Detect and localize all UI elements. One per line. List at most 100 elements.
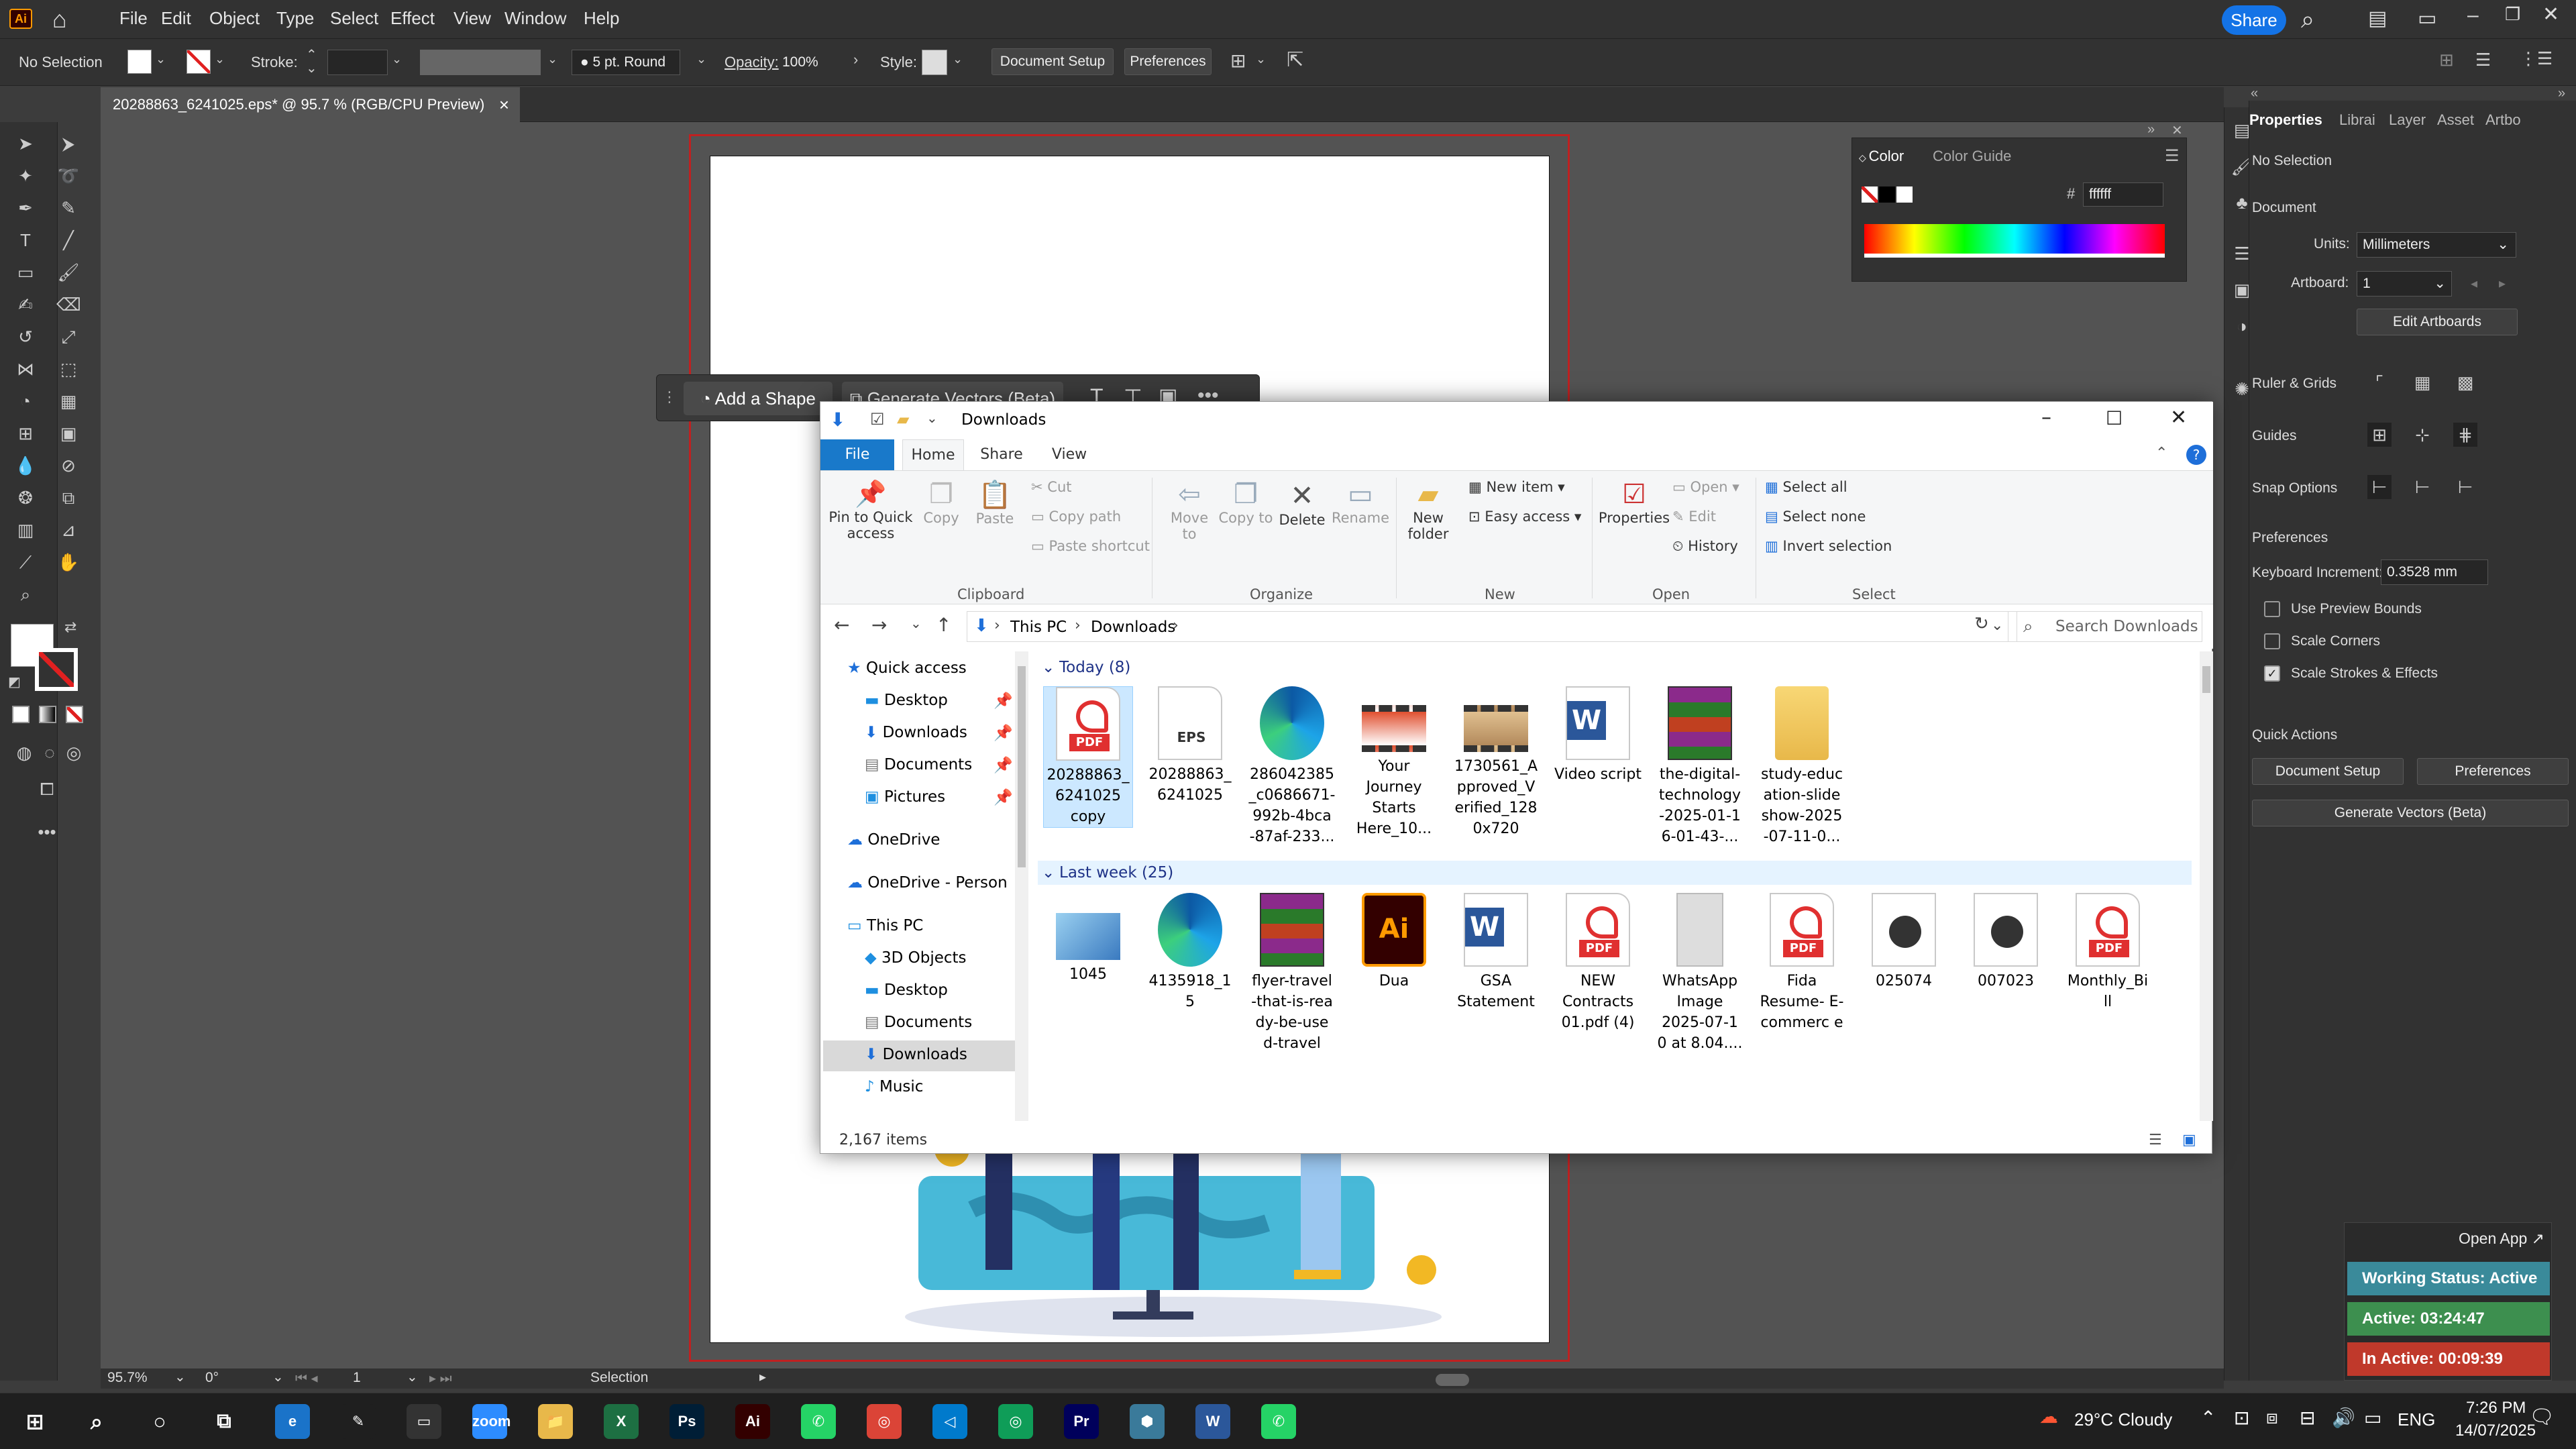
rename-button[interactable]: ▭ Rename bbox=[1330, 479, 1391, 526]
free-transform-tool-icon[interactable]: ⬚ bbox=[56, 357, 80, 381]
stroke-color-box[interactable] bbox=[35, 648, 78, 691]
premiere-icon[interactable]: Pr bbox=[1064, 1404, 1099, 1439]
language-indicator[interactable]: ENG bbox=[2398, 1409, 2435, 1430]
search-icon[interactable]: ⌕ bbox=[79, 1404, 114, 1439]
refresh-icon[interactable]: ↻ bbox=[1974, 614, 1989, 634]
color-spectrum[interactable] bbox=[1864, 224, 2165, 258]
snap-to-point-icon[interactable]: ⊢ bbox=[2367, 475, 2392, 499]
smart-guides-icon[interactable]: ⋕ bbox=[2453, 423, 2477, 447]
menu-type[interactable]: Type bbox=[276, 8, 314, 29]
horizontal-scrollbar-thumb[interactable] bbox=[1436, 1374, 1469, 1386]
file-item[interactable]: 286042385 _c0686671- 992b-4bca -87af-233… bbox=[1247, 686, 1337, 847]
slice-tool-icon[interactable]: ⊿ bbox=[56, 518, 80, 542]
nav-onedrive[interactable]: ☁ OneDrive bbox=[847, 831, 940, 849]
profile-dropdown-icon[interactable]: ⌄ bbox=[547, 52, 557, 66]
fill-dropdown-icon[interactable]: ⌄ bbox=[156, 52, 166, 66]
stroke-weight-input[interactable] bbox=[327, 50, 388, 75]
use-preview-bounds-checkbox[interactable] bbox=[2264, 601, 2280, 617]
rotation-value[interactable]: 0° bbox=[205, 1370, 219, 1386]
meet-now-icon[interactable]: ⊡ bbox=[2234, 1407, 2249, 1429]
show-hidden-icons-icon[interactable]: ⌃ bbox=[2200, 1407, 2216, 1429]
nav-qa-pictures[interactable]: ▣ Pictures bbox=[865, 788, 945, 806]
move-to-button[interactable]: ⇦ Move to bbox=[1161, 479, 1218, 542]
none-swatch[interactable] bbox=[1862, 186, 1878, 203]
opacity-input[interactable]: 100% bbox=[778, 50, 845, 75]
show-guides-icon[interactable]: ⊞ bbox=[2367, 423, 2392, 447]
artboard-number[interactable]: 1 bbox=[353, 1370, 361, 1386]
restore-icon[interactable]: ❐ bbox=[2505, 4, 2520, 25]
copy-button[interactable]: ❐ Copy bbox=[914, 479, 968, 526]
transparency-grid-icon[interactable]: ▩ bbox=[2453, 370, 2477, 394]
new-folder-button[interactable]: ▰ New folder bbox=[1401, 479, 1455, 542]
scale-tool-icon[interactable]: ⤢ bbox=[56, 325, 80, 349]
symbol-sprayer-tool-icon[interactable]: ❂ bbox=[13, 486, 38, 510]
qat-dropdown-icon[interactable]: ⌄ bbox=[926, 410, 938, 426]
tab-view[interactable]: View bbox=[1042, 439, 1097, 470]
copy-to-button[interactable]: ❐ Copy to bbox=[1218, 479, 1274, 526]
qa-generate-vectors-button[interactable]: Generate Vectors (Beta) bbox=[2252, 800, 2569, 826]
photoshop-icon[interactable]: Ps bbox=[669, 1404, 704, 1439]
qa-preferences-button[interactable]: Preferences bbox=[2417, 758, 2569, 785]
variable-width-profile[interactable] bbox=[420, 50, 541, 75]
clock-time[interactable]: 7:26 PM bbox=[2466, 1399, 2526, 1417]
tab-close-icon[interactable]: × bbox=[499, 87, 509, 122]
color-mode-icon[interactable] bbox=[12, 706, 30, 723]
zoom-level[interactable]: 95.7% bbox=[107, 1370, 148, 1386]
file-item[interactable]: 20288863_ 6241025 bbox=[1145, 686, 1235, 806]
delete-button[interactable]: ✕ Delete bbox=[1274, 479, 1330, 528]
arrange-icon[interactable]: ⊞ bbox=[2439, 50, 2454, 70]
tab-layers[interactable]: Layer bbox=[2389, 111, 2426, 129]
weather-icon[interactable]: ☁ bbox=[2039, 1405, 2058, 1428]
document-tab[interactable]: 20288863_6241025.eps* @ 95.7 % (RGB/CPU … bbox=[101, 87, 520, 122]
gradient-tool-icon[interactable]: ▣ bbox=[56, 421, 80, 445]
draw-behind-icon[interactable]: ◌ bbox=[38, 741, 62, 765]
style-dropdown-icon[interactable]: ⌄ bbox=[953, 52, 963, 66]
file-item[interactable]: Your Journey Starts Here_10... bbox=[1349, 686, 1439, 839]
nav-pc-downloads[interactable]: ⬇ Downloads bbox=[865, 1046, 967, 1063]
grid-icon[interactable]: ▦ bbox=[2410, 370, 2434, 394]
stroke-dropdown-icon[interactable]: ⌄ bbox=[215, 52, 225, 66]
scale-strokes-checkbox[interactable]: ✓ bbox=[2264, 665, 2280, 682]
rectangle-tool-icon[interactable]: ▭ bbox=[13, 260, 38, 284]
volume-icon[interactable]: 🔊 bbox=[2332, 1407, 2355, 1429]
select-all-button[interactable]: ▦ Select all bbox=[1765, 479, 1847, 495]
nav-qa-documents[interactable]: ▤ Documents bbox=[865, 756, 972, 773]
illustrator-icon[interactable]: Ai bbox=[735, 1404, 770, 1439]
nav-this-pc[interactable]: ▭ This PC bbox=[847, 917, 923, 934]
breadcrumb-this-pc[interactable]: This PC bbox=[1010, 619, 1067, 636]
menu-view[interactable]: View bbox=[453, 8, 491, 29]
mesh-tool-icon[interactable]: ⊞ bbox=[13, 421, 38, 445]
knife-tool-icon[interactable]: ⟋ bbox=[13, 550, 38, 574]
draw-inside-icon[interactable]: ◎ bbox=[62, 741, 86, 765]
panel-options-icon[interactable]: ☰ bbox=[2475, 50, 2491, 70]
history-button[interactable]: ⏲ History bbox=[1672, 538, 1738, 555]
tab-file[interactable]: File bbox=[820, 439, 894, 470]
share-button[interactable]: Share bbox=[2222, 5, 2286, 35]
tab-color-guide[interactable]: Color Guide bbox=[1933, 148, 2011, 165]
file-item[interactable]: NEW Contracts 01.pdf (4) bbox=[1553, 893, 1643, 1033]
paste-shortcut-button[interactable]: ▭ Paste shortcut bbox=[1031, 538, 1150, 554]
edge-icon[interactable]: e bbox=[275, 1404, 310, 1439]
copy-path-button[interactable]: ▭ Copy path bbox=[1031, 508, 1121, 525]
word-icon[interactable]: W bbox=[1195, 1404, 1230, 1439]
file-item[interactable]: 4135918_1 5 bbox=[1145, 893, 1235, 1012]
large-icons-view-icon[interactable]: ▣ bbox=[2182, 1126, 2196, 1155]
edit-toolbar-icon[interactable]: ••• bbox=[35, 820, 59, 844]
preferences-button[interactable]: Preferences bbox=[1124, 48, 1212, 75]
app-icon[interactable]: ⬢ bbox=[1130, 1404, 1165, 1439]
home-icon[interactable]: ⌂ bbox=[52, 5, 67, 34]
cut-button[interactable]: ✂ Cut bbox=[1031, 479, 1072, 495]
tab-home[interactable]: Home bbox=[902, 439, 964, 470]
group-header-today[interactable]: ⌄ Today (8) bbox=[1038, 655, 2192, 680]
task-view-icon[interactable]: ⧉ bbox=[207, 1404, 241, 1439]
nav-pc-desktop[interactable]: ▬ Desktop bbox=[865, 981, 948, 999]
screen-mode-icon[interactable]: ⧠ bbox=[35, 777, 59, 801]
document-setup-button[interactable]: Document Setup bbox=[991, 48, 1114, 75]
file-item[interactable]: Ai Dua bbox=[1349, 893, 1439, 991]
nav-scrollbar-thumb[interactable] bbox=[1018, 666, 1026, 867]
file-item[interactable]: 025074 bbox=[1859, 893, 1949, 991]
opacity-arrow-icon[interactable]: › bbox=[853, 51, 858, 68]
export-icon[interactable]: ⇱ bbox=[1287, 48, 1303, 72]
nav-qa-desktop[interactable]: ▬ Desktop bbox=[865, 692, 948, 709]
file-scrollbar-thumb[interactable] bbox=[2202, 666, 2210, 693]
